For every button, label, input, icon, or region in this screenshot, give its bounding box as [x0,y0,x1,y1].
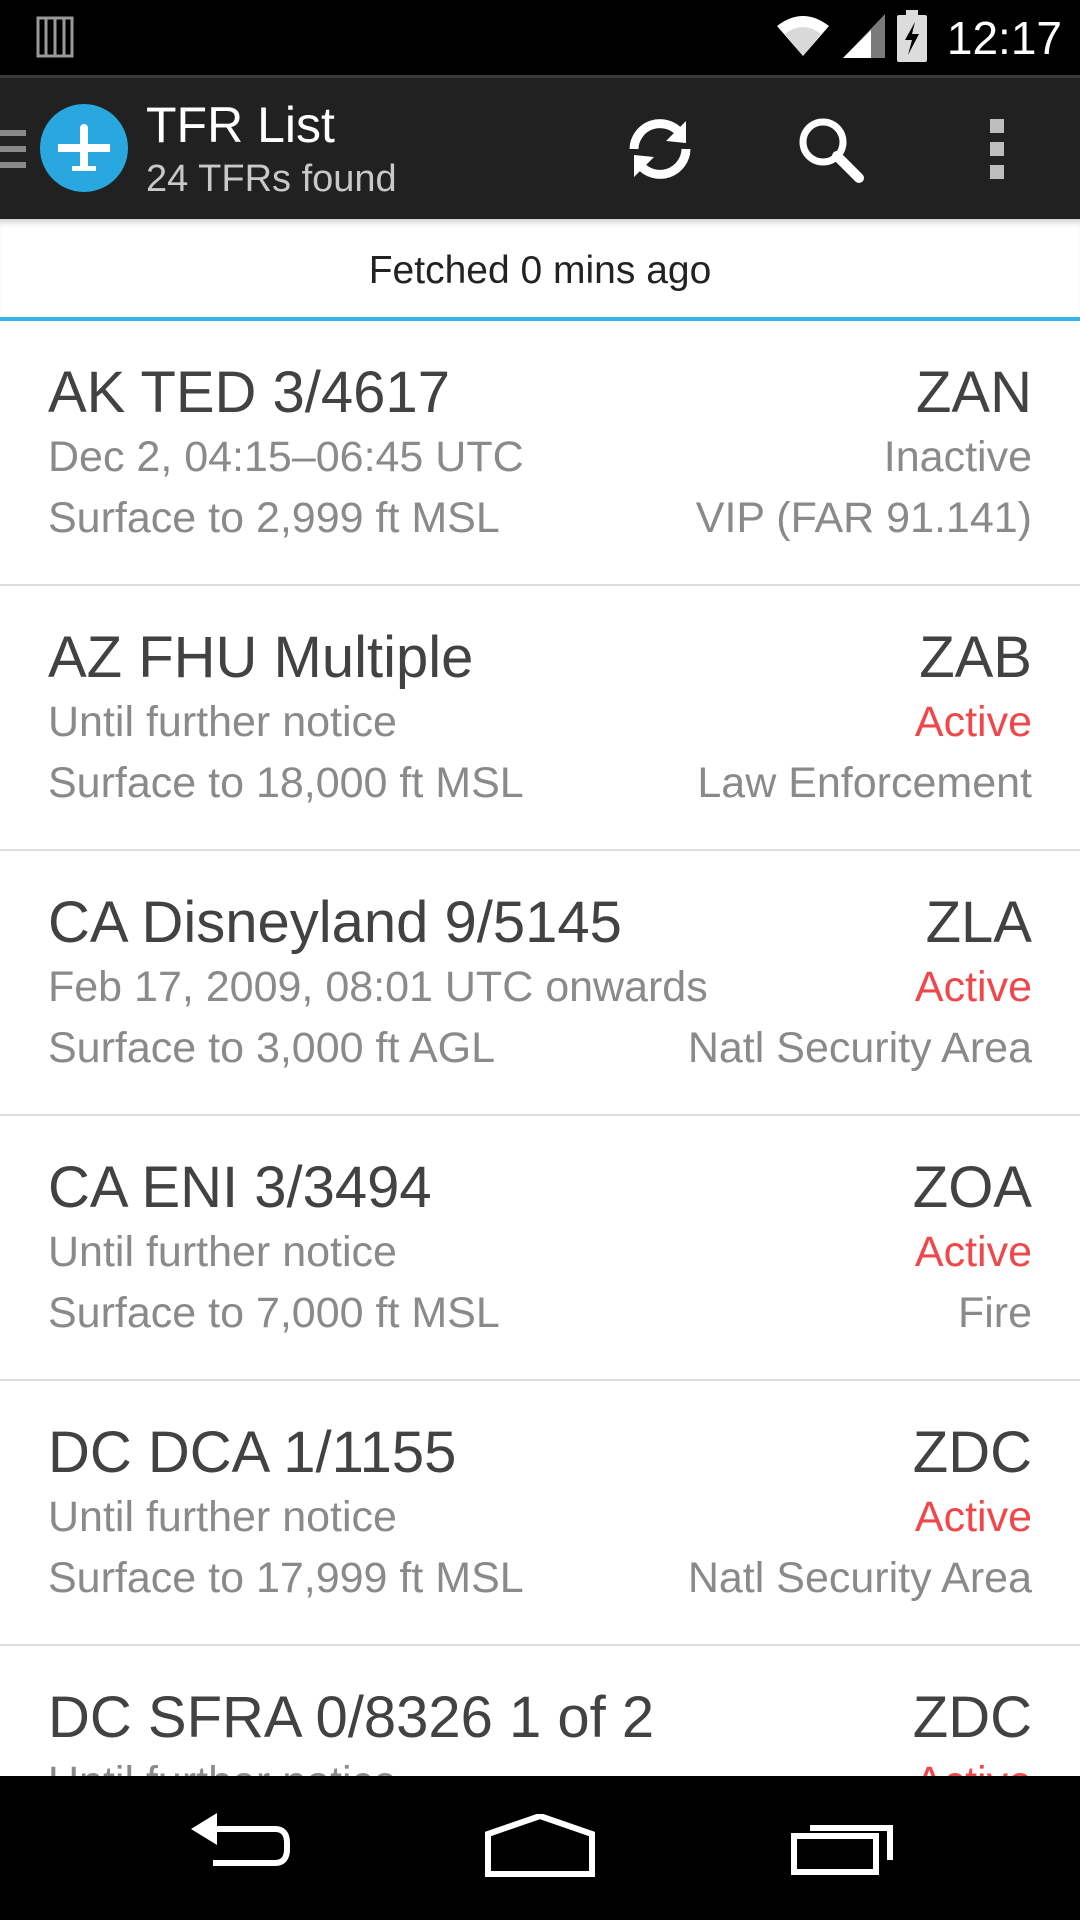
tfr-time: Until further notice [48,1228,397,1276]
overflow-menu-icon [987,117,1007,185]
page-subtitle: 24 TFRs found [146,158,397,200]
tfr-center: ZOA [912,1155,1032,1220]
battery-charging-icon [896,9,927,66]
tfr-status: Inactive [883,433,1032,481]
tfr-altitude: Surface to 18,000 ft MSL [48,759,524,807]
refresh-icon [622,111,698,191]
list-item[interactable]: AZ FHU Multiple ZAB Until further notice… [0,586,1080,851]
tfr-center: ZAB [919,625,1032,690]
tfr-type: Natl Security Area [687,1024,1032,1072]
list-item[interactable]: AK TED 3/4617 ZAN Dec 2, 04:15–06:45 UTC… [0,321,1080,586]
tfr-list[interactable]: AK TED 3/4617 ZAN Dec 2, 04:15–06:45 UTC… [0,321,1080,1776]
tfr-center: ZDC [912,1685,1032,1750]
action-bar: TFR List 24 TFRs found [0,75,1080,219]
recent-apps-icon [790,1816,896,1880]
search-icon [795,114,865,188]
tfr-center: ZAN [916,360,1032,425]
recent-apps-button[interactable] [773,1798,913,1898]
tfr-type: Law Enforcement [697,759,1032,807]
tfr-name: AZ FHU Multiple [48,625,474,690]
tfr-altitude: Surface to 7,000 ft MSL [48,1289,500,1337]
refresh-button[interactable] [605,96,715,206]
status-time: 12:17 [946,11,1062,64]
tfr-center: ZLA [925,890,1032,955]
tfr-name: CA Disneyland 9/5145 [48,890,622,955]
list-item[interactable]: CA ENI 3/3494 ZOA Until further notice A… [0,1116,1080,1381]
drawer-indicator-icon[interactable] [0,130,26,178]
tfr-status: Active [914,698,1032,746]
tfr-time: Until further notice [48,1758,397,1776]
tfr-status: Active [914,963,1032,1011]
tfr-center: ZDC [912,1420,1032,1485]
fetched-banner: Fetched 0 mins ago [0,219,1080,321]
overflow-menu-button[interactable] [942,96,1052,206]
wifi-icon [775,14,831,62]
home-icon [484,1812,596,1882]
tfr-name: AK TED 3/4617 [48,360,450,425]
tfr-name: CA ENI 3/3494 [48,1155,432,1220]
notification-icon [36,14,74,64]
status-bar: 12:17 [0,0,1080,75]
home-button[interactable] [470,1798,610,1898]
list-item[interactable]: DC DCA 1/1155 ZDC Until further notice A… [0,1381,1080,1646]
tfr-altitude: Surface to 3,000 ft AGL [48,1024,496,1072]
back-button[interactable] [168,1798,308,1898]
tfr-time: Feb 17, 2009, 08:01 UTC onwards [48,963,708,1011]
navigation-bar [0,1776,1080,1920]
tfr-status: Active [914,1228,1032,1276]
signal-icon [841,12,887,64]
tfr-time: Until further notice [48,1493,397,1541]
app-logo-airplane-icon[interactable] [40,104,128,192]
fetched-text: Fetched 0 mins ago [368,249,712,292]
tfr-type: VIP (FAR 91.141) [695,494,1032,542]
tfr-status: Active [914,1493,1032,1541]
back-icon [183,1811,293,1885]
list-item[interactable]: DC SFRA 0/8326 1 of 2 ZDC Until further … [0,1646,1080,1776]
tfr-time: Until further notice [48,698,397,746]
list-item[interactable]: CA Disneyland 9/5145 ZLA Feb 17, 2009, 0… [0,851,1080,1116]
tfr-time: Dec 2, 04:15–06:45 UTC [48,433,524,481]
page-title: TFR List [146,97,335,153]
tfr-type: Natl Security Area [687,1554,1032,1602]
tfr-altitude: Surface to 17,999 ft MSL [48,1554,524,1602]
tfr-altitude: Surface to 2,999 ft MSL [48,494,500,542]
tfr-name: DC DCA 1/1155 [48,1420,457,1485]
tfr-type: Fire [957,1289,1032,1337]
tfr-name: DC SFRA 0/8326 1 of 2 [48,1685,655,1750]
search-button[interactable] [775,96,885,206]
tfr-status: Active [915,1758,1032,1776]
